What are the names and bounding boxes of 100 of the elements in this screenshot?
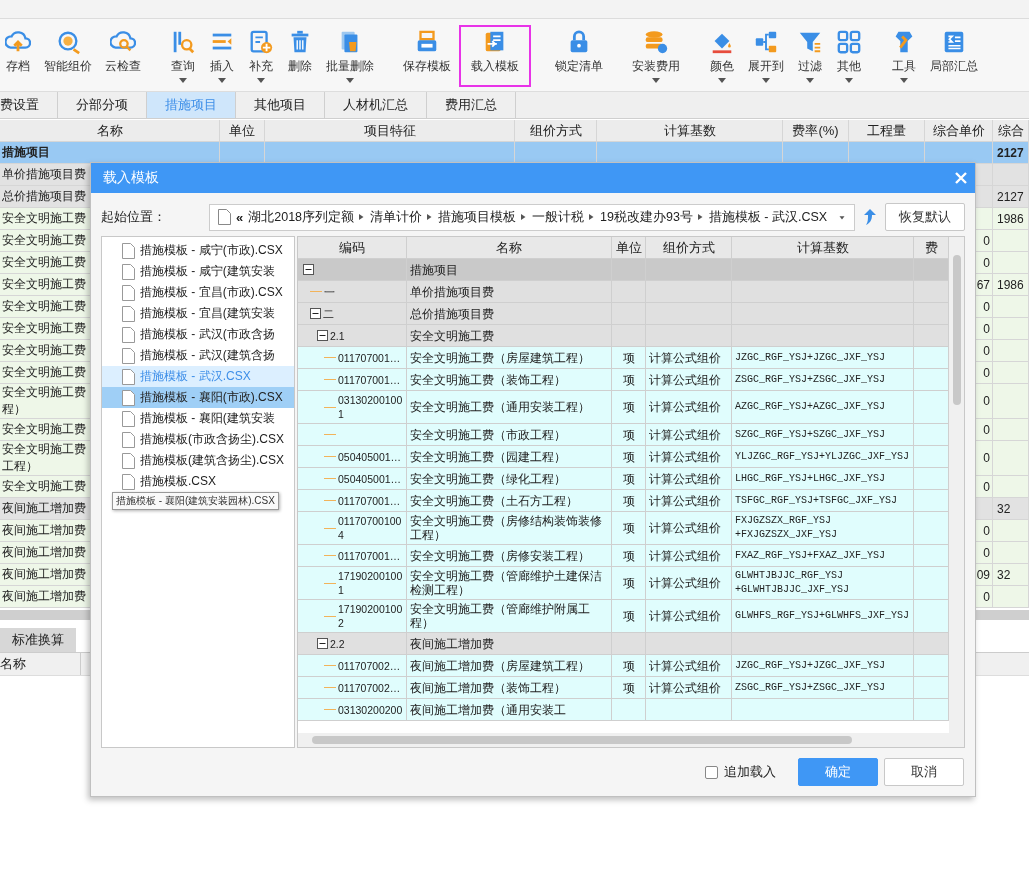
toolbar-button[interactable]: 云检查 [100, 25, 146, 87]
document-icon [122, 263, 135, 280]
cancel-button[interactable]: 取消 [884, 758, 964, 786]
toolbar-button[interactable]: 颜色 [704, 25, 740, 87]
table-row[interactable]: 011707001… 安全文明施工费（装饰工程） 项 计算公式组价 ZSGC_RGF_YSJ+ZSGC_JXF_YSJ [298, 369, 949, 391]
document-icon [122, 473, 135, 490]
dialog-title: 载入模板 [103, 169, 159, 187]
table-row[interactable]: 011707001… 安全文明施工费（房屋建筑工程） 项 计算公式组价 JZGC_RGF_YSJ+JZGC_JXF_YSJ [298, 347, 949, 369]
unit-price-cell: 0 [983, 523, 990, 538]
code-cell: 011707001004 [338, 514, 403, 542]
code-cell: 171902001001 [338, 569, 403, 597]
toolbar-button[interactable]: 查询 [165, 25, 201, 87]
toolbar-button[interactable]: 批量删除 [321, 25, 379, 87]
total-cell: 1986 [997, 211, 1024, 226]
table-row[interactable]: 011707002… 夜间施工增加费（装饰工程） 项 计算公式组价 ZSGC_RGF_YSJ+ZSGC_JXF_YSJ [298, 677, 949, 699]
toolbar-button[interactable]: 安装费用 [627, 25, 685, 87]
collapse-icon[interactable] [303, 264, 314, 275]
table-row[interactable]: 2.2 夜间施工增加费 [298, 633, 949, 655]
table-row[interactable]: 171902001002 安全文明施工费（管廊维护附属工程） 项 计算公式组价 GLWHFS_RGF_YSJ+GLWHFS_JXF_YSJ [298, 600, 949, 633]
unit-price-cell: 0 [983, 365, 990, 380]
name-cell: 夜间施工增加费（通用安装工 [407, 699, 612, 721]
table-row[interactable]: 03130200200 夜间施工增加费（通用安装工 [298, 699, 949, 721]
checkbox-label: 追加载入 [724, 763, 776, 781]
caret-icon[interactable] [762, 78, 770, 83]
table-row[interactable]: 措施项目 2127 [0, 142, 1029, 164]
chevron-right-icon [697, 213, 704, 221]
code-cell: 011707001… [338, 372, 401, 387]
unit-price-cell: 0 [983, 394, 990, 408]
table-row[interactable]: 2.1 安全文明施工费 [298, 325, 949, 347]
toolbar-button[interactable]: 保存模板 [398, 25, 456, 87]
toolbar-button[interactable]: 锁定清单 [550, 25, 608, 87]
caret-icon[interactable] [257, 78, 265, 83]
toolbar-button[interactable]: 智能组价 [39, 25, 97, 87]
code-cell: 03130200200 [338, 702, 403, 717]
toolbar-button[interactable]: 展开到 [743, 25, 789, 87]
table-row[interactable]: 011707001004 安全文明施工费（房修结构装饰装修工程） 项 计算公式组价 FXJGZSZX_RGF_YSJ +FXJGZSZX_JXF_YSJ [298, 512, 949, 545]
table-row[interactable]: 171902001001 安全文明施工费（管廊维护土建保洁检测工程） 项 计算公式组价 GLWHTJBJJC_RGF_YSJ +GLWHTJBJJC_JXF_YSJ [298, 567, 949, 600]
code-cell: 011707002… [338, 658, 401, 673]
toolbar-button[interactable]: 插入 [204, 25, 240, 87]
restore-default-button[interactable]: 恢复默认 [885, 203, 965, 231]
unit-price-cell: 0 [983, 451, 990, 465]
toolbar-button[interactable]: 其他 [831, 25, 867, 87]
table-row[interactable]: 011707001… 安全文明施工费（房修安装工程） 项 计算公式组价 FXAZ_RGF_YSJ+FXAZ_JXF_YSJ [298, 545, 949, 567]
toolbar-button[interactable]: 工具 [886, 25, 922, 87]
table-row[interactable]: 措施项目 [298, 259, 949, 281]
tab[interactable]: 费设置 [0, 92, 58, 118]
total-cell: 2127 [997, 145, 1024, 160]
caret-icon[interactable] [346, 78, 354, 83]
collapse-icon[interactable] [317, 330, 328, 341]
table-row[interactable]: 050405001… 安全文明施工费（绿化工程） 项 计算公式组价 LHGC_RGF_YSJ+LHGC_JXF_YSJ [298, 468, 949, 490]
toolbar-button[interactable]: 补充 [243, 25, 279, 87]
caret-icon[interactable] [845, 78, 853, 83]
unit-price-cell: 0 [983, 422, 990, 437]
document-icon [122, 347, 135, 364]
toolbar-button[interactable]: 过滤 [792, 25, 828, 87]
close-icon[interactable] [955, 172, 967, 184]
column-header: 名称 [0, 653, 81, 675]
caret-icon[interactable] [218, 78, 226, 83]
code-cell: 2.2 [330, 636, 345, 651]
code-cell: 二 [323, 306, 334, 321]
document-add-icon [248, 29, 274, 55]
file-item[interactable]: 措施模板 - 襄阳(市政).CSX [102, 387, 294, 408]
caret-icon[interactable] [718, 78, 726, 83]
tooltip: 措施模板 - 襄阳(建筑安装园林).CSX [112, 492, 279, 510]
table-row[interactable]: 011707001… 安全文明施工费（土石方工程） 项 计算公式组价 TSFGC_RGF_YSJ+TSFGC_JXF_YSJ [298, 490, 949, 512]
toolbar-button[interactable]: 存档 [0, 25, 36, 87]
collapse-icon[interactable] [317, 638, 328, 649]
table-row[interactable]: 一 单价措施项目费 [298, 281, 949, 303]
collapse-icon[interactable] [310, 308, 321, 319]
table-row[interactable]: 011707002… 夜间施工增加费（房屋建筑工程） 项 计算公式组价 JZGC_RGF_YSJ+JZGC_JXF_YSJ [298, 655, 949, 677]
caret-icon[interactable] [900, 78, 908, 83]
document-icon [122, 242, 135, 259]
table-row[interactable]: 安全文明施工费（市政工程） 项 计算公式组价 SZGC_RGF_YSJ+SZGC_JXF_YSJ [298, 424, 949, 446]
toolbar-button[interactable]: 局部汇总 [925, 25, 983, 87]
document-icon [122, 284, 135, 301]
hierarchy-icon [753, 29, 779, 55]
horizontal-scrollbar[interactable] [298, 733, 964, 747]
chevron-right-icon [589, 213, 596, 221]
vertical-scrollbar[interactable] [949, 237, 964, 733]
up-arrow-icon[interactable] [863, 209, 877, 225]
caret-icon[interactable] [652, 78, 660, 83]
unit-price-cell: 0 [983, 321, 990, 336]
toolbar-button[interactable]: 载入模板 [459, 25, 531, 87]
document-icon [122, 326, 135, 343]
panel-tab[interactable]: 标准换算 [0, 628, 76, 652]
table-row[interactable]: 二 总价措施项目费 [298, 303, 949, 325]
code-cell: 011707001… [338, 350, 401, 365]
table-row[interactable]: 050405001… 安全文明施工费（园建工程） 项 计算公式组价 YLJZGC_RGF_YSJ+YLJZGC_JXF_YSJ [298, 446, 949, 468]
tab[interactable]: 人材机汇总 [325, 92, 427, 118]
checkbox[interactable] [705, 765, 718, 779]
path-dropdown[interactable]: « 湖北2018序列定额 清单计价 措施项目模板 一般计税 19税改建办93号 措施模板 - 武汉.CSX [209, 203, 855, 231]
caret-icon [838, 214, 846, 220]
total-cell: 32 [997, 567, 1011, 582]
document-icon [122, 389, 135, 406]
caret-icon[interactable] [806, 78, 814, 83]
unit-price-cell: 0 [983, 299, 990, 314]
tab[interactable]: 费用汇总 [427, 92, 516, 118]
toolbar-button[interactable]: 删除 [282, 25, 318, 87]
caret-icon[interactable] [179, 78, 187, 83]
tab[interactable]: 其他项目 [236, 92, 325, 118]
